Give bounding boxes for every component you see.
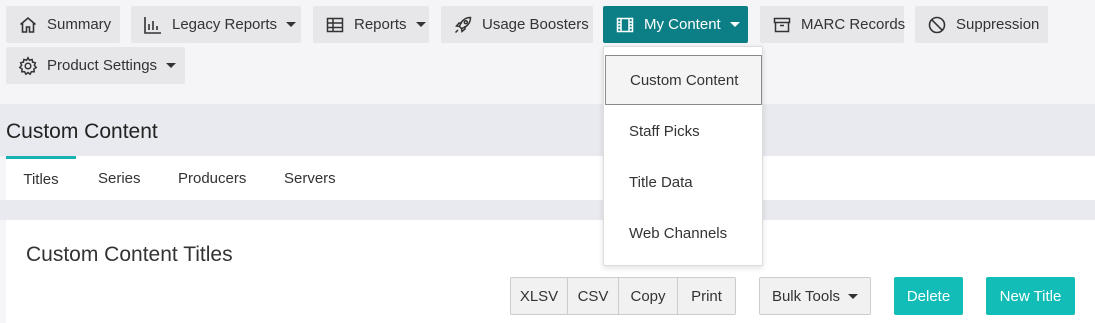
nav-summary-label: Summary <box>47 16 112 33</box>
new-title-button[interactable]: New Title <box>986 277 1075 315</box>
nav-summary-button[interactable]: Summary <box>6 6 120 43</box>
my-content-dropdown-menu: Custom Content Staff Picks Title Data We… <box>603 46 763 266</box>
export-button-group: XLSV CSV Copy Print <box>510 277 736 315</box>
nav-reports-label: Reports <box>354 16 407 33</box>
nav-usage-boosters-button[interactable]: Usage Boosters <box>441 6 593 43</box>
caret-down-icon <box>848 293 859 299</box>
menu-item-title-data[interactable]: Title Data <box>604 157 762 207</box>
gear-icon <box>18 55 38 77</box>
nav-marc-records-label: MARC Records <box>801 16 906 33</box>
caret-down-icon <box>415 22 426 27</box>
page-title: Custom Content <box>6 120 158 143</box>
nav-suppression-button[interactable]: Suppression <box>915 6 1048 43</box>
nav-usage-boosters-label: Usage Boosters <box>482 16 589 33</box>
nav-legacy-reports-button[interactable]: Legacy Reports <box>131 6 301 43</box>
menu-item-custom-content[interactable]: Custom Content <box>605 55 762 105</box>
caret-down-icon <box>166 63 177 68</box>
content-separator <box>0 200 1095 220</box>
nav-my-content-button[interactable]: My Content <box>603 6 748 43</box>
table-icon <box>325 14 345 36</box>
nav-product-settings-button[interactable]: Product Settings <box>6 47 185 84</box>
menu-item-web-channels[interactable]: Web Channels <box>604 208 762 258</box>
page-header <box>0 104 1095 156</box>
nav-legacy-reports-label: Legacy Reports <box>172 16 278 33</box>
top-navigation: Summary Legacy Reports Reports Usage Boo… <box>0 0 1095 104</box>
nav-suppression-label: Suppression <box>956 16 1040 33</box>
print-button[interactable]: Print <box>678 278 735 314</box>
csv-button[interactable]: CSV <box>568 278 619 314</box>
xlsv-button[interactable]: XLSV <box>511 278 568 314</box>
nav-marc-records-button[interactable]: MARC Records <box>760 6 906 43</box>
panel-title: Custom Content Titles <box>26 243 233 266</box>
tab-servers[interactable]: Servers <box>284 156 336 200</box>
rocket-icon <box>453 14 473 36</box>
menu-item-staff-picks[interactable]: Staff Picks <box>604 106 762 156</box>
nav-product-settings-label: Product Settings <box>47 57 158 74</box>
bulk-tools-label: Bulk Tools <box>771 287 841 305</box>
tab-producers[interactable]: Producers <box>178 156 246 200</box>
nav-reports-button[interactable]: Reports <box>313 6 429 43</box>
copy-button[interactable]: Copy <box>619 278 678 314</box>
archive-icon <box>772 14 792 36</box>
caret-down-icon <box>729 22 740 27</box>
home-icon <box>18 14 38 36</box>
tab-titles[interactable]: Titles <box>6 156 76 200</box>
prohibited-icon <box>927 14 947 36</box>
bar-chart-icon <box>143 14 163 36</box>
film-icon <box>615 14 635 36</box>
tab-series[interactable]: Series <box>98 156 141 200</box>
caret-down-icon <box>286 22 297 27</box>
nav-my-content-label: My Content <box>644 16 721 33</box>
delete-button[interactable]: Delete <box>894 277 963 315</box>
bulk-tools-button[interactable]: Bulk Tools <box>759 277 871 315</box>
tab-bar: Titles Series Producers Servers <box>6 156 1095 200</box>
